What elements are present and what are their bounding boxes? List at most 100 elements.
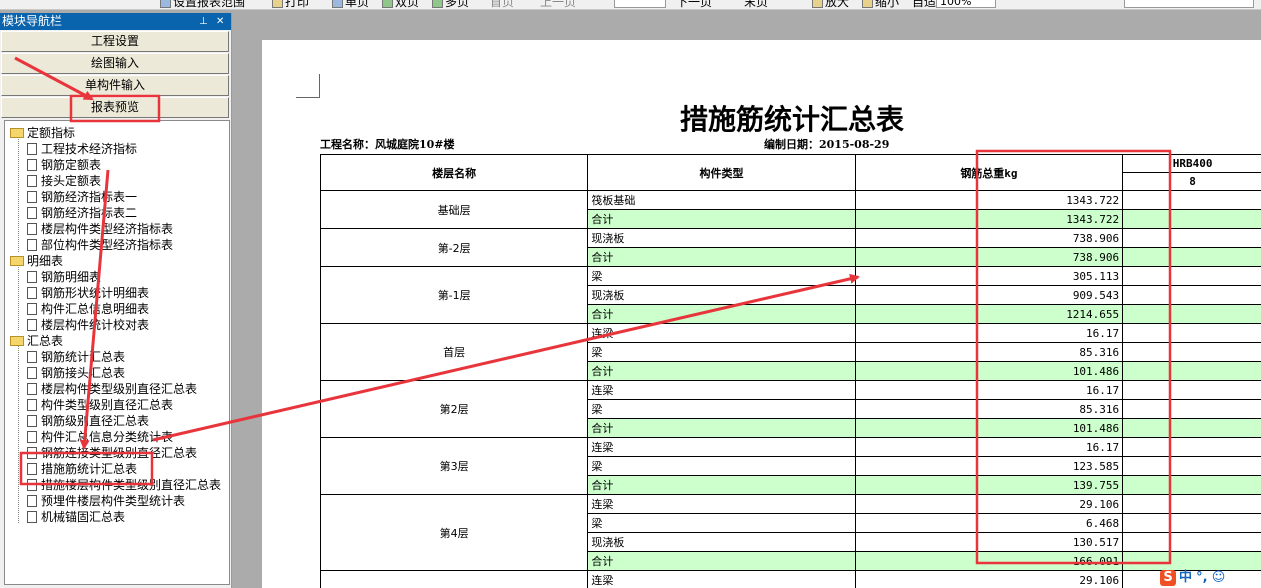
component-cell: 合计 — [587, 418, 856, 438]
zoom-out-button[interactable]: 缩小 — [862, 0, 899, 9]
tree-item[interactable]: 钢筋级别直径汇总表 — [27, 413, 149, 429]
tree-folder-details[interactable]: 明细表 — [10, 253, 63, 269]
document-icon — [27, 478, 37, 491]
document-icon — [27, 302, 37, 315]
set-report-range-button[interactable]: 设置报表范围 — [160, 0, 245, 9]
multi-page-button[interactable]: 多页 — [432, 0, 469, 9]
tree-item[interactable]: 钢筋经济指标表二 — [27, 205, 137, 221]
document-icon — [27, 446, 37, 459]
report-table: 楼层名称 构件类型 钢筋总重kg HRB400 8 基础层 筏板基础 1343.72… — [319, 154, 1261, 588]
component-cell: 梁 — [587, 266, 856, 286]
component-cell: 梁 — [587, 513, 856, 533]
print-button[interactable]: 打印 — [272, 0, 309, 9]
document-icon — [27, 382, 37, 395]
toolbar: 设置报表范围 打印 单页 双页 多页 首页 上一页 下一页 末页 放大 缩小 自… — [0, 0, 1261, 10]
module-button-single-component-input[interactable]: 单构件输入 — [1, 75, 229, 96]
weight-cell: 1343.722 — [854, 190, 1124, 210]
close-icon[interactable]: ✕ — [216, 13, 224, 30]
tree-item[interactable]: 接头定额表 — [27, 173, 101, 189]
report-preview[interactable]: 措施筋统计汇总表 工程名称：风城庭院10#楼 编制日期：2015-08-29 楼… — [234, 13, 1261, 588]
table-row: 第-1层梁 305.113 — [319, 266, 1261, 324]
tree-item[interactable]: 构件类型级别直径汇总表 — [27, 397, 173, 413]
module-button-report-preview[interactable]: 报表预览 — [1, 97, 229, 118]
tree-item[interactable]: 钢筋定额表 — [27, 157, 101, 173]
hrb400-cell — [1122, 190, 1261, 210]
weight-cell: 85.316 — [854, 399, 1124, 419]
floor-cell: 第4层 — [319, 494, 589, 571]
weight-cell: 123.585 — [854, 456, 1124, 476]
header-floor: 楼层名称 — [319, 154, 589, 191]
header-grade: HRB400 — [1122, 154, 1261, 173]
page-number-input[interactable] — [614, 0, 666, 8]
tree-item[interactable]: 预埋件楼层构件类型统计表 — [27, 493, 185, 509]
component-cell: 梁 — [587, 456, 856, 476]
single-page-button[interactable]: 单页 — [332, 0, 369, 9]
floor-cell: 基础层 — [319, 190, 589, 229]
tree-item-selected[interactable]: 措施筋统计汇总表 — [27, 461, 137, 477]
module-button-project-settings[interactable]: 工程设置 — [1, 31, 229, 52]
tree-item[interactable]: 措施楼层构件类型级别直径汇总表 — [27, 477, 221, 493]
component-cell: 合计 — [587, 551, 856, 571]
next-page-button[interactable]: 下一页 — [676, 0, 712, 9]
tree-item[interactable]: 工程技术经济指标 — [27, 141, 137, 157]
tree-item[interactable]: 钢筋统计汇总表 — [27, 349, 125, 365]
document-icon — [27, 462, 37, 475]
component-cell: 现浇板 — [587, 532, 856, 552]
hrb400-cell — [1122, 209, 1261, 229]
component-cell: 梁 — [587, 342, 856, 362]
tree-item[interactable]: 钢筋形状统计明细表 — [27, 285, 149, 301]
tree-item[interactable]: 构件汇总信息明细表 — [27, 301, 149, 317]
document-icon — [27, 174, 37, 187]
tree-item[interactable]: 机械锚固汇总表 — [27, 509, 125, 525]
table-row: 第2层 连梁 16.17 — [319, 380, 1261, 438]
zoom-in-button[interactable]: 放大 — [812, 0, 849, 9]
zoom-input[interactable]: 100% — [936, 0, 996, 8]
hrb400-cell — [1122, 228, 1261, 248]
last-page-button[interactable]: 末页 — [744, 0, 768, 9]
component-cell: 现浇板 — [587, 228, 856, 248]
hrb400-cell — [1122, 304, 1261, 324]
page-margin-marker — [296, 74, 320, 98]
component-cell: 合计 — [587, 247, 856, 267]
sogou-logo-icon: S — [1160, 570, 1176, 586]
document-icon — [27, 350, 37, 363]
document-icon — [27, 238, 37, 251]
hrb400-cell — [1122, 437, 1261, 457]
floor-cell: 第-1层 — [319, 266, 589, 324]
first-page-button[interactable]: 首页 — [490, 0, 514, 9]
tree-item[interactable]: 钢筋接头汇总表 — [27, 365, 125, 381]
weight-cell: 139.755 — [854, 475, 1124, 495]
tree-item[interactable]: 楼层构件统计校对表 — [27, 317, 149, 333]
double-page-icon — [382, 0, 393, 8]
prev-page-button[interactable]: 上一页 — [540, 0, 576, 9]
tree-item[interactable]: 楼层构件类型级别直径汇总表 — [27, 381, 197, 397]
ime-punct: °, — [1196, 570, 1208, 585]
floor-cell: 首层 — [319, 323, 589, 381]
hrb400-cell — [1122, 551, 1261, 571]
component-cell: 梁 — [587, 399, 856, 419]
weight-cell: 1343.722 — [854, 209, 1124, 229]
range-icon — [160, 0, 171, 8]
tree-item[interactable]: 钢筋明细表 — [27, 269, 101, 285]
pin-icon[interactable]: ⊥ — [199, 13, 208, 30]
hrb400-cell — [1122, 323, 1261, 343]
document-icon — [27, 222, 37, 235]
weight-cell: 16.17 — [854, 437, 1124, 457]
module-button-drawing-input[interactable]: 绘图输入 — [1, 53, 229, 74]
tree-folder-summary[interactable]: 汇总表 — [10, 333, 63, 349]
double-page-button[interactable]: 双页 — [382, 0, 419, 9]
tree-item[interactable]: 构件汇总信息分类统计表 — [27, 429, 173, 445]
component-cell: 连梁 — [587, 323, 856, 343]
tree-item[interactable]: 钢筋经济指标表一 — [27, 189, 137, 205]
hrb400-cell — [1122, 475, 1261, 495]
header-diameter: 8 — [1122, 172, 1261, 191]
report-range-select[interactable] — [1124, 0, 1254, 8]
tree-folder-quota[interactable]: 定额指标 — [10, 125, 75, 141]
tree-item[interactable]: 钢筋连接类型级别直径汇总表 — [27, 445, 197, 461]
module-nav-panel: 模块导航栏 ⊥ ✕ 工程设置 绘图输入 单构件输入 报表预览 定额指标 工程技术… — [0, 13, 232, 588]
tree-item[interactable]: 楼层构件类型经济指标表 — [27, 221, 173, 237]
zoom-in-icon — [812, 0, 823, 8]
document-icon — [27, 270, 37, 283]
ime-status-bar[interactable]: S中 °, ☺ — [1160, 569, 1225, 587]
tree-item[interactable]: 部位构件类型经济指标表 — [27, 237, 173, 253]
